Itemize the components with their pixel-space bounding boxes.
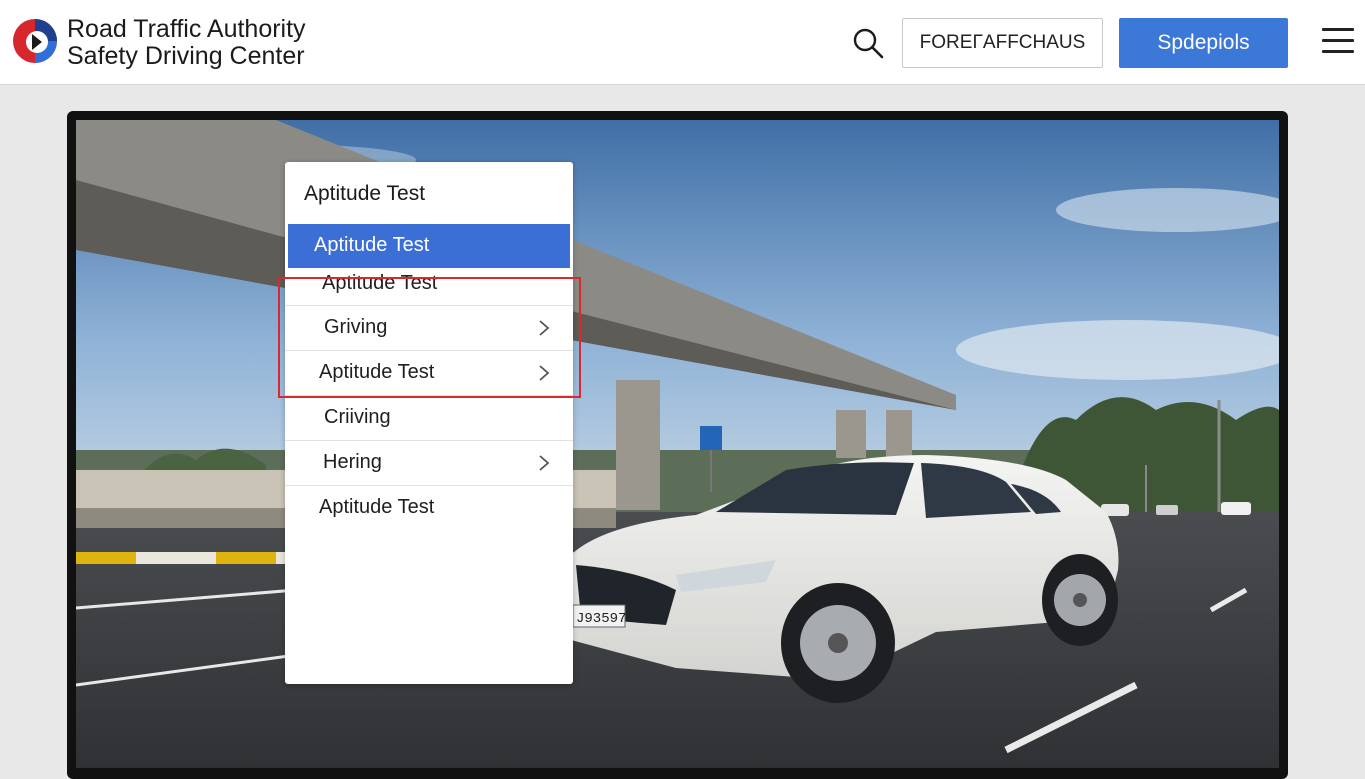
dropdown-title: Aptitude Test: [304, 182, 426, 205]
menu-item-label: Griving: [324, 316, 388, 338]
chevron-right-icon: [539, 320, 550, 336]
menu-item-label: Aptitude Test: [319, 496, 435, 518]
primary-action-button[interactable]: Spdepiols: [1119, 18, 1288, 68]
chevron-right-icon: [539, 365, 550, 381]
menu-item-label: Aptitude Test: [314, 234, 430, 256]
site-title[interactable]: Road Traffic Authority Safety Driving Ce…: [67, 16, 306, 70]
menu-item-aptitude-test-last[interactable]: Aptitude Test: [285, 485, 573, 530]
site-header: Road Traffic Authority Safety Driving Ce…: [0, 0, 1365, 85]
dropdown-menu: Aptitude Test Aptitude Test Aptitude Tes…: [285, 162, 573, 684]
menu-item-aptitude-test-submenu[interactable]: Aptitude Test: [285, 350, 573, 395]
menu-item-label: Aptitude Test: [322, 272, 438, 294]
authority-logo-icon[interactable]: [12, 18, 58, 64]
menu-item-aptitude-test-active[interactable]: Aptitude Test: [288, 224, 570, 268]
hero-photo: J93597: [76, 120, 1279, 768]
chevron-right-icon: [539, 455, 550, 471]
menu-item-griving[interactable]: Griving: [285, 305, 573, 350]
secondary-action-button[interactable]: FOREΓAFFCHAUS: [902, 18, 1103, 68]
menu-item-label: Hering: [323, 451, 382, 473]
menu-item-label: Criiving: [324, 406, 391, 428]
site-title-line2: Safety Driving Center: [67, 42, 305, 70]
license-plate: J93597: [576, 611, 626, 627]
menu-item-hering[interactable]: Hering: [285, 440, 573, 485]
site-title-line1: Road Traffic Authority: [67, 15, 306, 43]
hamburger-menu-icon[interactable]: [1322, 28, 1354, 56]
road-car-scene: J93597: [76, 120, 1279, 768]
menu-item-criiving[interactable]: Criiving: [285, 395, 573, 440]
search-icon[interactable]: [851, 26, 885, 60]
menu-item-aptitude-test[interactable]: Aptitude Test: [285, 266, 573, 306]
menu-item-label: Aptitude Test: [319, 361, 435, 383]
